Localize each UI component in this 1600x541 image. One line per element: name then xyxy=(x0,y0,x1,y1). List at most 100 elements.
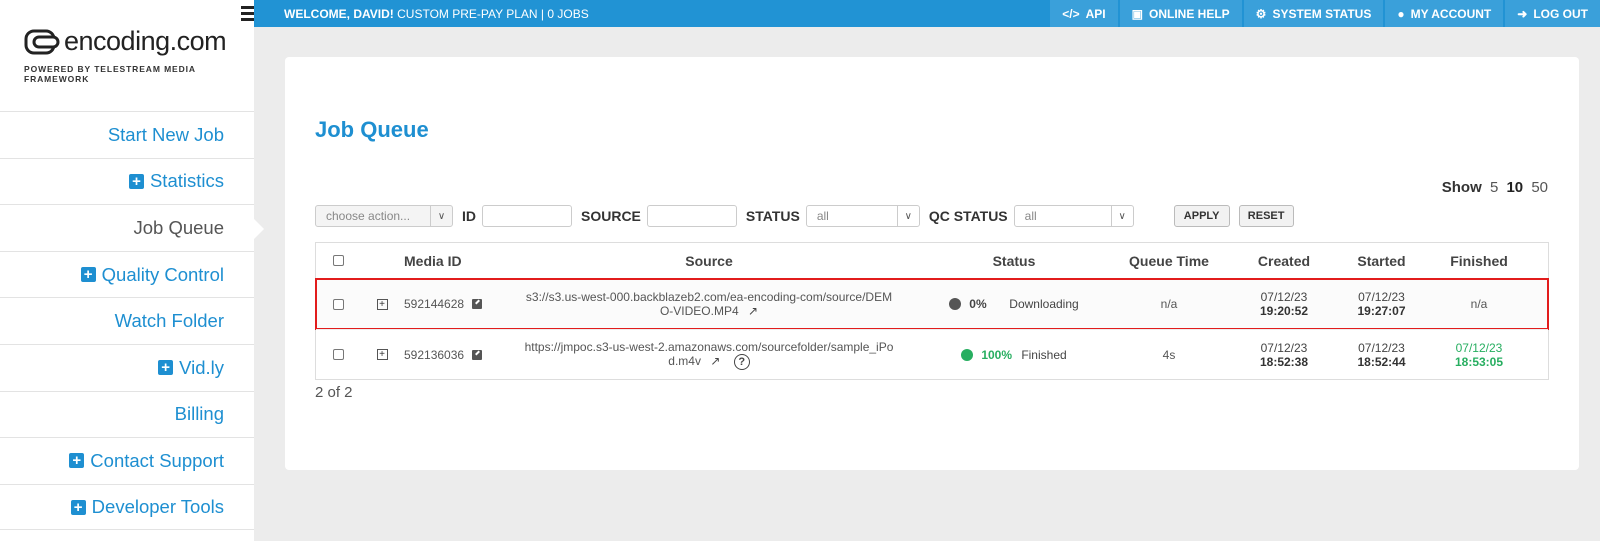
sidebar-item-label: Watch Folder xyxy=(114,310,224,332)
sidebar-item-label: Vid.ly xyxy=(179,356,224,378)
qc-status-filter-select[interactable]: all ∨ xyxy=(1013,205,1134,227)
started-cell: 07/12/23 18:52:44 xyxy=(1334,341,1429,369)
api-link-label: API xyxy=(1085,6,1106,21)
top-bar: WELCOME, DAVID! CUSTOM PRE-PAY PLAN | 0 … xyxy=(254,0,1600,27)
plus-icon: + xyxy=(69,453,85,469)
column-header-status[interactable]: Status xyxy=(924,253,1104,269)
source-url: https://jmpoc.s3-us-west-2.amazonaws.com… xyxy=(524,339,894,368)
my-account-label: MY ACCOUNT xyxy=(1410,6,1492,21)
table-row[interactable]: + 592144628 s3://s3.us-west-000.backblaz… xyxy=(315,278,1549,330)
sidebar-item-billing[interactable]: Billing xyxy=(0,390,254,438)
api-link[interactable]: </> API xyxy=(1050,0,1118,27)
started-date: 07/12/23 xyxy=(1358,340,1405,355)
system-status-label: SYSTEM STATUS xyxy=(1272,6,1372,21)
queue-time-cell: n/a xyxy=(1160,297,1178,311)
external-link-icon[interactable]: ↗ xyxy=(748,304,758,318)
edit-icon[interactable] xyxy=(472,349,483,360)
sidebar-item-contact-support[interactable]: + Contact Support xyxy=(0,437,254,484)
page-size-10[interactable]: 10 xyxy=(1506,179,1523,196)
show-label: Show xyxy=(1441,179,1482,196)
help-icon[interactable]: ? xyxy=(733,353,750,370)
status-filter-select[interactable]: all ∨ xyxy=(805,205,920,227)
sidebar-item-label: Developer Tools xyxy=(91,496,224,518)
page-title: Job Queue xyxy=(315,117,429,142)
sidebar-nav: Start New Job + Statistics Job Queue + Q… xyxy=(0,111,264,531)
main-card: Job Queue Show 5 10 50 choose action... … xyxy=(285,57,1579,470)
external-link-icon[interactable]: ↗ xyxy=(710,354,720,368)
plus-icon: + xyxy=(70,499,86,515)
started-time: 19:27:07 xyxy=(1357,304,1406,318)
sidebar-item-start-new-job[interactable]: Start New Job xyxy=(0,111,254,158)
sidebar-item-job-queue[interactable]: Job Queue xyxy=(0,204,264,251)
my-account-link[interactable]: ● MY ACCOUNT xyxy=(1385,0,1504,27)
qc-status-filter-value: all xyxy=(1024,209,1037,223)
column-header-created[interactable]: Created xyxy=(1234,253,1334,269)
progress-percent: 0% xyxy=(969,297,987,311)
online-help-label: ONLINE HELP xyxy=(1149,6,1230,21)
source-text: https://jmpoc.s3-us-west-2.amazonaws.com… xyxy=(524,340,894,370)
id-filter-label: ID xyxy=(462,208,476,224)
created-date: 07/12/23 xyxy=(1260,290,1308,304)
gears-icon: ⚙ xyxy=(1255,6,1267,21)
finished-time: 18:53:05 xyxy=(1454,354,1504,369)
chevron-down-icon: ∨ xyxy=(430,206,452,226)
source-filter-input[interactable] xyxy=(646,205,737,227)
edit-icon[interactable] xyxy=(472,299,483,309)
started-time: 18:52:44 xyxy=(1357,354,1406,369)
source-text: s3://s3.us-west-000.backblazeb2.com/ea-e… xyxy=(524,290,894,318)
source-cell: https://jmpoc.s3-us-west-2.amazonaws.com… xyxy=(494,340,924,370)
expand-icon[interactable]: + xyxy=(376,349,388,360)
sidebar-item-watch-folder[interactable]: Watch Folder xyxy=(0,297,254,344)
brand-logo[interactable]: encoding.com POWERED BY TELESTREAM MEDIA… xyxy=(24,26,234,84)
select-all-cell xyxy=(316,255,360,266)
sidebar-item-label: Start New Job xyxy=(107,123,224,145)
id-filter-input[interactable] xyxy=(482,205,572,227)
apply-button[interactable]: APPLY xyxy=(1173,205,1230,227)
system-status-link[interactable]: ⚙ SYSTEM STATUS xyxy=(1243,0,1384,27)
source-filter-label: SOURCE xyxy=(581,208,641,224)
sidebar-item-label: Contact Support xyxy=(90,449,224,471)
sidebar-item-quality-control[interactable]: + Quality Control xyxy=(0,250,254,298)
column-header-source[interactable]: Source xyxy=(494,253,924,269)
log-out-link[interactable]: ➜ LOG OUT xyxy=(1505,0,1600,27)
expand-icon[interactable]: + xyxy=(376,298,388,310)
action-select[interactable]: choose action... ∨ xyxy=(315,205,453,227)
page-size-5[interactable]: 5 xyxy=(1490,179,1498,196)
table-header: Media ID Source Status Queue Time Create… xyxy=(316,243,1548,279)
status-cell: 100% Finished xyxy=(924,348,1104,362)
sidebar-item-vidly[interactable]: + Vid.ly xyxy=(0,343,254,391)
row-checkbox[interactable] xyxy=(332,298,344,310)
media-id: 592144628 xyxy=(404,297,465,311)
chevron-down-icon: ∨ xyxy=(896,206,919,226)
media-id-cell: 592144628 xyxy=(404,297,494,311)
status-cell: 0% Downloading xyxy=(924,297,1104,311)
column-header-media-id[interactable]: Media ID xyxy=(404,253,494,269)
page-size-50[interactable]: 50 xyxy=(1531,179,1548,196)
select-all-checkbox[interactable] xyxy=(332,255,344,266)
created-time: 18:52:38 xyxy=(1259,354,1309,369)
code-icon: </> xyxy=(1062,6,1080,21)
table-row[interactable]: + 592136036 https://jmpoc.s3-us-west-2.a… xyxy=(316,329,1548,379)
source-cell: s3://s3.us-west-000.backblazeb2.com/ea-e… xyxy=(494,290,924,318)
started-date: 07/12/23 xyxy=(1358,290,1405,304)
online-help-link[interactable]: ▣ ONLINE HELP xyxy=(1119,0,1242,27)
column-header-finished[interactable]: Finished xyxy=(1429,253,1529,269)
result-count: 2 of 2 xyxy=(315,384,353,401)
progress-percent: 100% xyxy=(981,347,1013,362)
status-filter-label: STATUS xyxy=(745,208,800,224)
action-select-value: choose action... xyxy=(326,209,411,223)
reset-button[interactable]: RESET xyxy=(1238,205,1294,227)
column-header-queue-time[interactable]: Queue Time xyxy=(1104,253,1234,269)
source-url: s3://s3.us-west-000.backblazeb2.com/ea-e… xyxy=(525,290,893,318)
sidebar-item-statistics[interactable]: + Statistics xyxy=(0,157,254,205)
status-filter-value: all xyxy=(816,209,829,223)
created-cell: 07/12/23 18:52:38 xyxy=(1234,341,1334,369)
brand-name: encoding.com xyxy=(64,26,227,56)
sidebar-item-label: Statistics xyxy=(149,170,224,192)
column-header-started[interactable]: Started xyxy=(1334,253,1429,269)
welcome-message: WELCOME, DAVID! CUSTOM PRE-PAY PLAN | 0 … xyxy=(284,7,589,21)
filter-bar: choose action... ∨ ID SOURCE STATUS all … xyxy=(315,205,1294,227)
status-dot-icon xyxy=(949,298,962,310)
sidebar-item-developer-tools[interactable]: + Developer Tools xyxy=(0,483,254,531)
row-checkbox[interactable] xyxy=(332,349,344,360)
